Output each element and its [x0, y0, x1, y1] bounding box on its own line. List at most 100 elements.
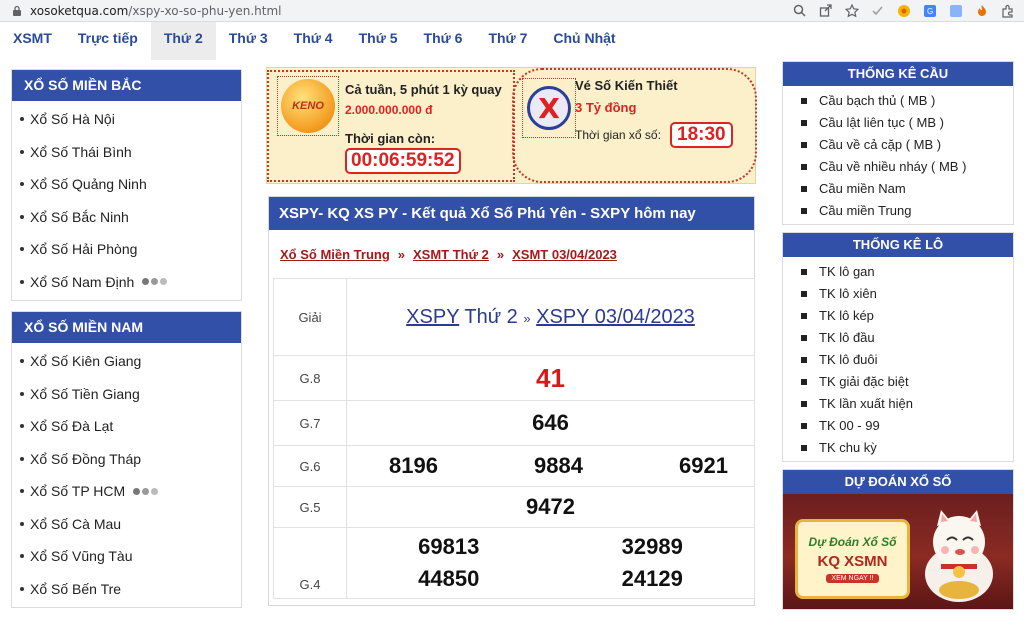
lucky-cat-icon	[925, 510, 993, 602]
list-item[interactable]: Cầu bạch thủ ( MB )	[783, 90, 1013, 112]
bullet-icon	[801, 423, 807, 429]
table-header-row: Giải XSPY Thứ 2 » XSPY 03/04/2023	[273, 278, 755, 356]
list-item[interactable]: Cầu miền Nam	[783, 178, 1013, 200]
list-item[interactable]: TK 00 - 99	[783, 415, 1013, 437]
results-table: Giải XSPY Thứ 2 » XSPY 03/04/2023 G.8 41…	[273, 278, 755, 599]
sidebar-item-nam-dinh[interactable]: Xổ Số Nam Định	[12, 266, 241, 299]
nav-thu-4[interactable]: Thứ 4	[281, 22, 346, 60]
prize-number: 646	[532, 410, 569, 435]
browser-address-bar[interactable]: xosoketqua.com/xspy-xo-so-phu-yen.html G	[0, 0, 1024, 22]
nav-thu-5[interactable]: Thứ 5	[346, 22, 411, 60]
bullet-icon	[20, 149, 24, 154]
sidebar-item-ha-noi[interactable]: Xổ Số Hà Nội	[12, 103, 241, 136]
breadcrumb-xs-mien-trung[interactable]: Xổ Số Miền Trung	[280, 247, 390, 262]
list-item[interactable]: TK lô đuôi	[783, 349, 1013, 371]
list-item[interactable]: TK lô đầu	[783, 327, 1013, 349]
bullet-icon	[801, 379, 807, 385]
south-lottery-heading[interactable]: XỔ SỐ MIỀN NAM	[12, 312, 241, 343]
bookmark-star-icon[interactable]	[843, 2, 860, 19]
breadcrumb: Xổ Số Miền Trung » XSMT Thứ 2 » XSMT 03/…	[280, 246, 617, 262]
sidebar-item-tp-hcm[interactable]: Xổ Số TP HCM	[12, 475, 241, 508]
keno-countdown-label: Thời gian còn:	[345, 131, 436, 146]
lock-icon[interactable]	[10, 4, 24, 18]
view-now-button[interactable]: XEM NGAY !!	[826, 574, 879, 583]
table-row: G.4 69813 32989 44850 24129	[273, 527, 755, 599]
puzzle-extensions-icon[interactable]	[999, 2, 1016, 19]
prize-label: G.5	[273, 486, 347, 528]
bullet-icon	[801, 335, 807, 341]
list-item[interactable]: TK giải đặc biệt	[783, 371, 1013, 393]
sidebar-item-ben-tre[interactable]: Xổ Số Bến Tre	[12, 573, 241, 606]
table-row: G.5 9472	[273, 486, 755, 528]
list-item[interactable]: Cầu miền Trung	[783, 200, 1013, 222]
url-text[interactable]: xosoketqua.com/xspy-xo-so-phu-yen.html	[30, 4, 282, 18]
sidebar-item-quang-ninh[interactable]: Xổ Số Quảng Ninh	[12, 168, 241, 201]
keno-logo: KENO	[277, 76, 339, 136]
sidebar-item-da-lat[interactable]: Xổ Số Đà Lạt	[12, 410, 241, 443]
sidebar-item-bac-ninh[interactable]: Xổ Số Bắc Ninh	[12, 201, 241, 234]
prediction-banner[interactable]: Dự Đoán Xổ Số KQ XSMN XEM NGAY !!	[783, 494, 1013, 609]
nav-xsmt[interactable]: XSMT	[0, 22, 65, 60]
list-item[interactable]: TK chu kỳ	[783, 437, 1013, 459]
bullet-icon	[20, 279, 24, 284]
list-item[interactable]: TK lần xuất hiện	[783, 393, 1013, 415]
north-lottery-heading[interactable]: XỔ SỐ MIỀN BẮC	[12, 70, 241, 101]
prize-number: 32989	[621, 534, 683, 559]
keno-ball-icon: KENO	[281, 79, 335, 133]
prize-label: G.6	[273, 445, 347, 487]
sidebar-item-vung-tau[interactable]: Xổ Số Vũng Tàu	[12, 540, 241, 573]
sidebar-item-ca-mau[interactable]: Xổ Số Cà Mau	[12, 508, 241, 541]
stats-cau-list: Cầu bạch thủ ( MB ) Cầu lật liên tục ( M…	[783, 86, 1013, 224]
header-link-xspy-date[interactable]: XSPY 03/04/2023	[536, 306, 695, 328]
prediction-card: Dự Đoán Xổ Số KQ XSMN XEM NGAY !!	[795, 519, 910, 599]
sidebar-item-hai-phong[interactable]: Xổ Số Hải Phòng	[12, 233, 241, 266]
kien-thiet-title: Vé Số Kiến Thiết	[575, 78, 678, 93]
bullet-icon	[801, 313, 807, 319]
list-item[interactable]: Cầu về cả cặp ( MB )	[783, 134, 1013, 156]
bullet-icon	[20, 456, 24, 461]
bullet-icon	[801, 120, 807, 126]
translate-icon[interactable]: G	[921, 2, 938, 19]
ads-icon[interactable]	[947, 2, 964, 19]
fire-extension-icon[interactable]	[973, 2, 990, 19]
stats-lo-heading[interactable]: THỐNG KÊ LÔ	[783, 233, 1013, 257]
kien-thiet-promo[interactable]: X Vé Số Kiến Thiết 3 Tỷ đồng Thời gian x…	[512, 68, 757, 183]
kien-thiet-time: 18:30	[670, 122, 733, 148]
keno-countdown: 00:06:59:52	[345, 148, 461, 174]
table-header-title: XSPY Thứ 2 » XSPY 03/04/2023	[346, 278, 755, 356]
breadcrumb-xsmt-date[interactable]: XSMT 03/04/2023	[512, 247, 617, 262]
live-loading-icon	[142, 278, 168, 286]
share-icon[interactable]	[817, 2, 834, 19]
prediction-heading[interactable]: DỰ ĐOÁN XỔ SỐ	[783, 470, 1013, 494]
nav-chu-nhat[interactable]: Chủ Nhật	[540, 22, 628, 60]
keno-promo[interactable]: KENO Cả tuần, 5 phút 1 kỳ quay 2.000.000…	[267, 70, 515, 182]
extension-icon[interactable]	[895, 2, 912, 19]
prize-number: 9472	[526, 494, 575, 519]
nav-thu-7[interactable]: Thứ 7	[475, 22, 540, 60]
bullet-icon	[801, 208, 807, 214]
prize-number: 44850	[418, 566, 480, 591]
list-item[interactable]: TK lô gan	[783, 261, 1013, 283]
sidebar-item-dong-thap[interactable]: Xổ Số Đồng Tháp	[12, 443, 241, 476]
list-item[interactable]: Cầu về nhiều nháy ( MB )	[783, 156, 1013, 178]
live-loading-icon	[133, 487, 159, 495]
stats-cau-heading[interactable]: THỐNG KÊ CẦU	[783, 62, 1013, 86]
breadcrumb-xsmt-thu-2[interactable]: XSMT Thứ 2	[413, 247, 489, 262]
prediction-box: DỰ ĐOÁN XỔ SỐ Dự Đoán Xổ Số KQ XSMN XEM …	[782, 469, 1014, 610]
nav-thu-6[interactable]: Thứ 6	[411, 22, 476, 60]
sidebar-item-thai-binh[interactable]: Xổ Số Thái Bình	[12, 136, 241, 169]
list-item[interactable]: Cầu lật liên tục ( MB )	[783, 112, 1013, 134]
header-link-xspy[interactable]: XSPY	[406, 306, 459, 328]
search-icon[interactable]	[791, 2, 808, 19]
check-extension-icon[interactable]	[869, 2, 886, 19]
bullet-icon	[801, 142, 807, 148]
bullet-icon	[20, 359, 24, 364]
list-item[interactable]: TK lô kép	[783, 305, 1013, 327]
nav-thu-2[interactable]: Thứ 2	[150, 22, 216, 60]
nav-truc-tiep[interactable]: Trực tiếp	[65, 22, 151, 60]
sidebar-item-tien-giang[interactable]: Xổ Số Tiền Giang	[12, 378, 241, 411]
list-item[interactable]: TK lô xiên	[783, 283, 1013, 305]
page-title: XSPY- KQ XS PY - Kết quả Xổ Số Phú Yên -…	[269, 197, 754, 230]
sidebar-item-kien-giang[interactable]: Xổ Số Kiên Giang	[12, 345, 241, 378]
nav-thu-3[interactable]: Thứ 3	[216, 22, 281, 60]
